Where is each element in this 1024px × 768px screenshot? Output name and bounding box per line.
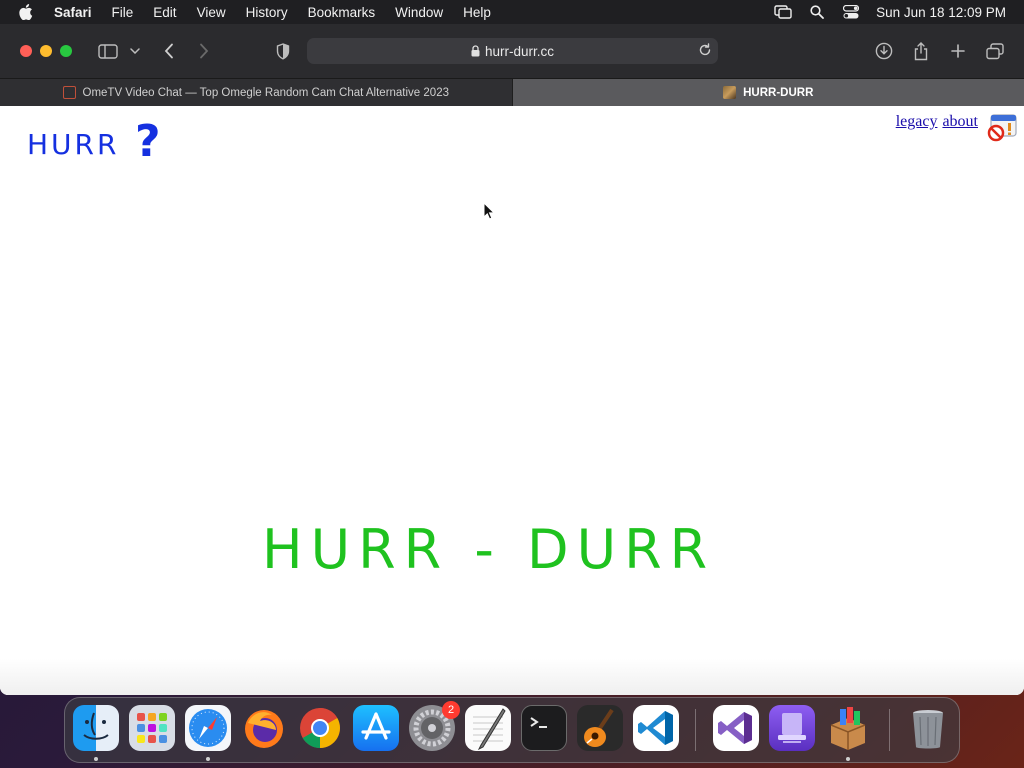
textedit-icon[interactable] (465, 705, 511, 751)
share-icon[interactable] (911, 24, 931, 78)
tab-bar: OmeTV Video Chat — Top Omegle Random Cam… (0, 78, 1024, 106)
launchpad-icon[interactable] (129, 705, 175, 751)
address-bar[interactable]: hurr-durr.cc (307, 38, 718, 64)
safari-dock-icon[interactable] (185, 705, 231, 751)
top-nav-links: legacy about (896, 113, 978, 131)
web-content: HURR ? legacy about HURR - DURR (0, 106, 1024, 695)
apple-configurator-icon[interactable] (769, 705, 815, 751)
dock-separator (695, 709, 696, 751)
dock-separator-trash (889, 709, 890, 751)
new-tab-plus-icon[interactable] (948, 24, 968, 78)
address-url: hurr-durr.cc (484, 43, 555, 59)
sidebar-toggle-icon[interactable] (97, 24, 119, 78)
safari-running-dot (206, 757, 210, 761)
safari-toolbar: hurr-durr.cc (0, 24, 1024, 78)
reload-icon[interactable] (698, 43, 712, 57)
app-store-icon[interactable] (353, 705, 399, 751)
apple-menu-icon[interactable] (0, 4, 52, 20)
finder-icon[interactable] (73, 705, 119, 751)
about-link[interactable]: about (942, 113, 978, 131)
fullscreen-window-button[interactable] (60, 45, 72, 57)
finder-running-dot (94, 757, 98, 761)
menu-edit[interactable]: Edit (143, 5, 186, 20)
installer-icon[interactable] (825, 705, 871, 751)
logo-text: HURR (27, 128, 119, 161)
screen-mirroring-icon[interactable] (766, 5, 800, 19)
visual-studio-icon[interactable] (713, 705, 759, 751)
site-logo[interactable]: HURR ? (27, 114, 177, 169)
hurr-durr-favicon-icon (723, 86, 737, 99)
back-button[interactable] (160, 24, 178, 78)
lock-icon (471, 45, 480, 57)
tab-hurr-durr-label: HURR-DURR (743, 86, 814, 99)
window-controls (20, 45, 72, 57)
forward-button[interactable] (195, 24, 213, 78)
safari-window: hurr-durr.cc OmeTV Video Chat — Top Omeg… (0, 24, 1024, 695)
menu-window[interactable]: Window (385, 5, 453, 20)
firefox-icon[interactable] (241, 705, 287, 751)
trash-icon[interactable] (905, 705, 951, 751)
close-window-button[interactable] (20, 45, 32, 57)
menu-app-safari[interactable]: Safari (52, 5, 102, 20)
spotlight-search-icon[interactable] (800, 5, 834, 19)
minimize-window-button[interactable] (40, 45, 52, 57)
dock: 2 (64, 697, 960, 763)
tab-ometv-label: OmeTV Video Chat — Top Omegle Random Cam… (82, 86, 449, 99)
control-center-icon[interactable] (834, 5, 868, 19)
garageband-icon[interactable] (577, 705, 623, 751)
ometv-favicon-icon (62, 86, 76, 99)
tab-hurr-durr[interactable]: HURR-DURR (512, 79, 1024, 106)
menu-history[interactable]: History (236, 5, 298, 20)
menu-view[interactable]: View (187, 5, 236, 20)
menu-file[interactable]: File (102, 5, 144, 20)
mouse-pointer-icon (483, 201, 496, 225)
menu-bookmarks[interactable]: Bookmarks (298, 5, 386, 20)
content-bottom-fade (0, 659, 1024, 695)
downloads-icon[interactable] (874, 24, 894, 78)
popup-blocked-icon[interactable] (986, 113, 1018, 148)
vscode-icon[interactable] (633, 705, 679, 751)
menu-help[interactable]: Help (453, 5, 501, 20)
installer-running-dot (846, 757, 850, 761)
tab-overview-icon[interactable] (985, 24, 1005, 78)
headline-text: HURR - DURR (262, 518, 715, 576)
terminal-icon[interactable] (521, 705, 567, 751)
menu-bar: Safari File Edit View History Bookmarks … (0, 0, 1024, 24)
hurr-durr-headline: HURR - DURR (262, 516, 772, 581)
chrome-icon[interactable] (297, 705, 343, 751)
tab-group-chevron-down-icon[interactable] (129, 24, 141, 78)
system-settings-badge: 2 (442, 701, 460, 719)
logo-question-mark: ? (135, 116, 161, 164)
menubar-clock[interactable]: Sun Jun 18 12:09 PM (876, 5, 1006, 20)
legacy-link[interactable]: legacy (896, 113, 938, 131)
tab-ometv[interactable]: OmeTV Video Chat — Top Omegle Random Cam… (0, 79, 513, 106)
privacy-shield-icon[interactable] (274, 24, 292, 78)
